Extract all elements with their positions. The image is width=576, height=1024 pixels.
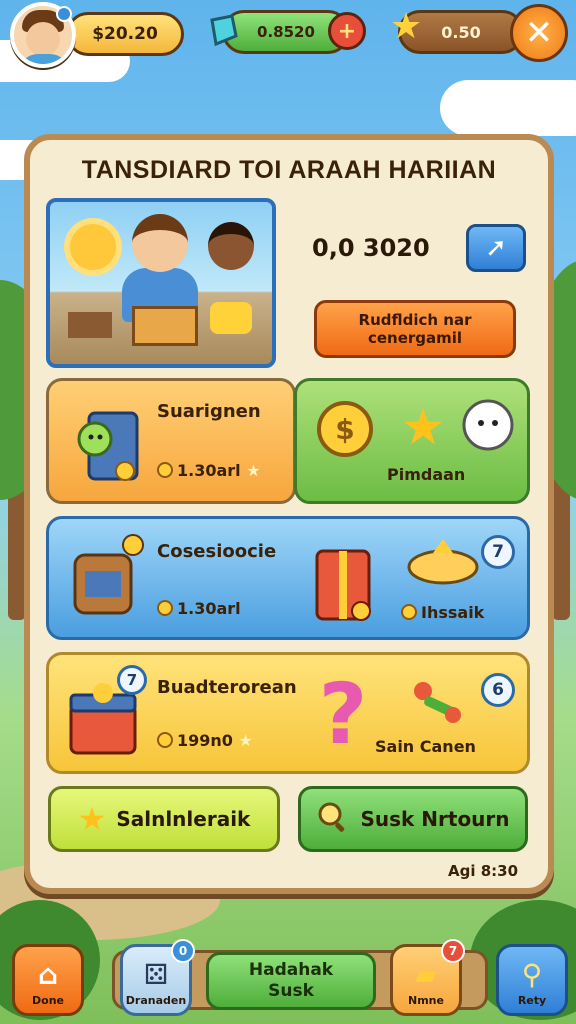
avatar-shirt — [18, 54, 70, 64]
timer-label: Agi 8:30 — [448, 862, 519, 880]
action-button-left-label: Salnlnleraik — [116, 807, 251, 831]
machine-icon — [67, 399, 151, 489]
chest-icon — [132, 306, 198, 346]
card-right-label: Sain Canen — [375, 737, 476, 756]
nav-center-button[interactable]: Hadahak Susk — [206, 952, 376, 1010]
action-button-left[interactable]: ★ Salnlnleraik — [48, 786, 280, 852]
claim-button[interactable]: Rudfldich nar cenergamil — [314, 300, 516, 358]
action-button-right-label: Susk Nrtourn — [360, 807, 510, 831]
search-icon: ⚲ — [521, 958, 543, 991]
card-cost: 199n0 ★ — [157, 731, 253, 750]
key-icon — [405, 673, 471, 729]
reward-card-blue[interactable]: Cosesioocie 1.30arl 7 Ihssaik — [46, 516, 530, 640]
nav-gold-badge: 7 — [441, 939, 465, 963]
stars-value: 0.50 — [441, 22, 481, 42]
gold-bar-icon: ▰ — [415, 958, 437, 991]
card-cost-value: 199n0 — [177, 731, 233, 750]
dollar-coin-icon: $ — [315, 399, 375, 459]
go-button[interactable]: ➚ — [466, 224, 526, 272]
nav-search-label: Rety — [517, 994, 547, 1007]
coins-counter[interactable]: $20.20 — [66, 12, 184, 56]
nav-gold-button[interactable]: ▰ Nmne 7 — [390, 939, 465, 1016]
coin-icon — [401, 604, 417, 620]
coin-icon — [157, 462, 173, 478]
hero-illustration — [46, 198, 276, 368]
gem-icon — [200, 8, 244, 52]
reward-card-orange[interactable]: Suarignen 1.30arl ★ — [46, 378, 296, 504]
nav-dice-button[interactable]: ⚄ Dranaden 0 — [120, 939, 195, 1016]
sparkle-icon: ★ — [238, 731, 253, 750]
star-icon: ★ — [400, 398, 446, 456]
armchair-icon — [65, 533, 149, 629]
panel-title: TANSDIARD TOI ARAAH HARIIAN — [81, 156, 497, 184]
fish-icon — [401, 535, 491, 591]
nav-search-button[interactable]: ⚲ Rety — [496, 944, 568, 1016]
reward-card-green[interactable]: $ ★ Pimdaan — [294, 378, 530, 504]
star-icon: ★ — [389, 5, 423, 47]
cake-icon — [210, 302, 252, 334]
claim-button-line1: Rudfldich nar — [358, 311, 472, 329]
card-cost: 1.30arl — [157, 599, 241, 618]
count-badge: 7 — [117, 665, 147, 695]
action-button-right[interactable]: Susk Nrtourn — [298, 786, 528, 852]
close-icon: ✕ — [524, 13, 554, 53]
close-button[interactable]: ✕ — [510, 4, 568, 62]
add-gems-button[interactable]: + — [328, 12, 366, 50]
top-hud: $20.20 0.8520 + 0.50 ★ ✕ — [0, 0, 576, 80]
card-label: Pimdaan — [387, 465, 466, 484]
avatar-badge — [56, 6, 72, 22]
coin-icon — [157, 732, 173, 748]
nav-dice-badge: 0 — [171, 939, 195, 963]
nav-home-label: Done — [32, 994, 64, 1007]
coin-icon — [157, 600, 173, 616]
card-right-label: Ihssaik — [401, 603, 484, 622]
dice-icon: ⚄ — [143, 958, 169, 991]
boy-head — [132, 214, 188, 272]
magnifier-icon — [316, 800, 350, 839]
card-title: Cosesioocie — [157, 541, 277, 562]
cloud — [440, 80, 576, 136]
count-badge: 6 — [481, 673, 515, 707]
home-icon: ⌂ — [37, 958, 59, 991]
card-cost-value: 1.30arl — [177, 599, 241, 618]
card-title: Buadterorean — [157, 677, 297, 698]
reward-card-yellow[interactable]: 7 Buadterorean 199n0 ★ ? 6 Sain Canen — [46, 652, 530, 774]
reward-amount: 0,0 3020 — [312, 234, 430, 262]
sparkle-icon: ★ — [246, 461, 261, 480]
avatar-face — [26, 22, 60, 56]
question-mark-icon: ? — [318, 665, 368, 763]
svg-text:$: $ — [335, 413, 354, 446]
card-right-value: Ihssaik — [421, 603, 485, 622]
arrow-icon: ➚ — [485, 233, 507, 263]
count-badge: 7 — [481, 535, 515, 569]
gift-box-icon — [311, 531, 381, 627]
card-cost: 1.30arl ★ — [157, 461, 261, 480]
table-icon — [68, 312, 112, 338]
card-title: Suarignen — [157, 401, 261, 422]
girl-figure — [208, 222, 254, 270]
gems-value: 0.8520 — [257, 23, 315, 41]
nav-dice-label: Dranaden — [125, 994, 187, 1007]
card-cost-value: 1.30arl — [177, 461, 241, 480]
nav-center-line2: Susk — [268, 981, 314, 1001]
nav-center-line1: Hadahak — [248, 960, 334, 980]
sun-icon — [70, 224, 116, 270]
claim-button-line2: cenergamil — [367, 329, 463, 347]
star-icon: ★ — [77, 800, 107, 838]
coins-value: $20.20 — [92, 24, 158, 44]
cloud-mascot-icon — [457, 395, 519, 455]
nav-home-button[interactable]: ⌂ Done — [12, 944, 84, 1016]
nav-gold-label: Nmne — [408, 994, 444, 1007]
